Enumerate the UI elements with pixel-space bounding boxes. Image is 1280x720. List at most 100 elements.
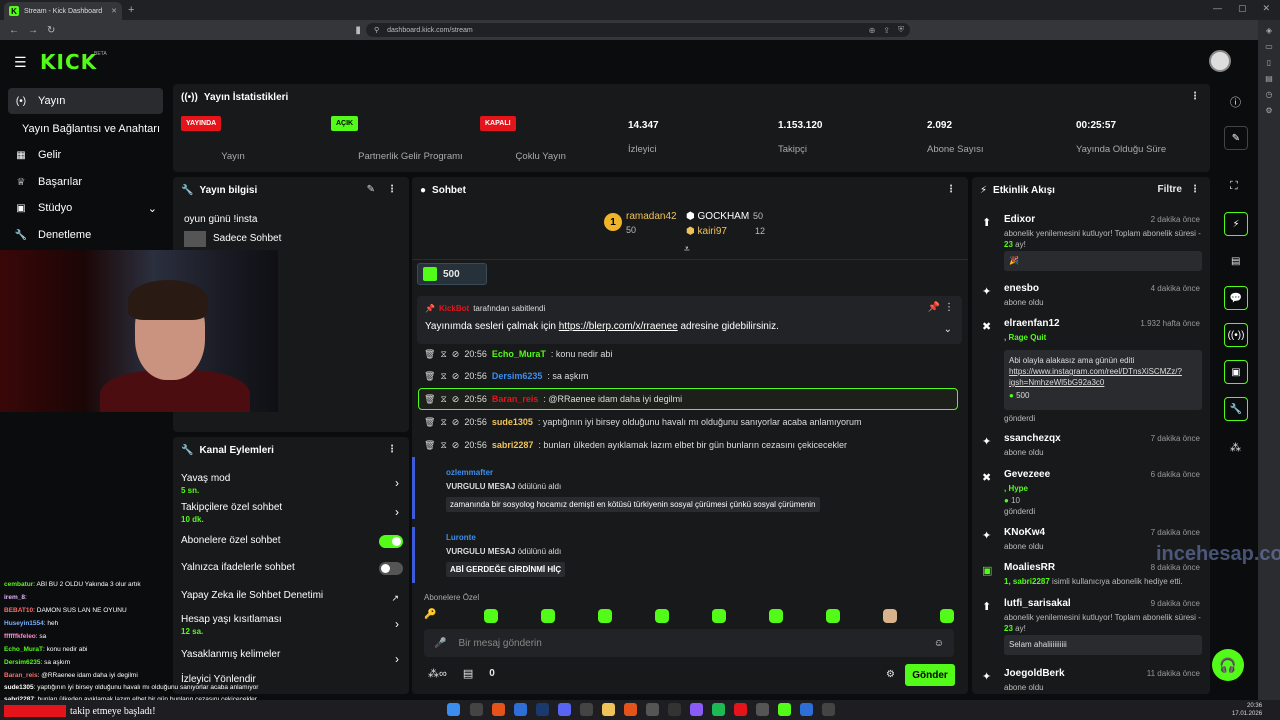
chat-panel-icon[interactable]: 💬 bbox=[1224, 286, 1248, 310]
sidebar-item-stream-key[interactable]: Yayın Bağlantısı ve Anahtarı bbox=[16, 116, 171, 142]
chat-input[interactable]: 🎤 Bir mesaj gönderin ☺ bbox=[424, 629, 954, 657]
delete-icon[interactable]: 🗑 bbox=[424, 349, 435, 360]
side-icon-4[interactable]: ▤ bbox=[1265, 74, 1273, 83]
avatar[interactable] bbox=[1209, 50, 1231, 72]
ban-icon[interactable]: ⊘ bbox=[452, 394, 460, 405]
more-icon[interactable]: ⋮ bbox=[1190, 91, 1200, 102]
system-clock[interactable]: 20:36 17.01.2026 bbox=[1232, 702, 1262, 718]
leader-name[interactable]: ⬢ kairi97 bbox=[686, 226, 727, 237]
taskbar-app-icon[interactable] bbox=[580, 703, 593, 716]
taskbar-app-icon[interactable] bbox=[822, 703, 835, 716]
delete-icon[interactable]: 🗑 bbox=[424, 371, 435, 382]
broadcast-panel-icon[interactable]: ((•)) bbox=[1224, 323, 1248, 347]
more-icon[interactable]: ⋮ bbox=[387, 184, 397, 195]
emote-9[interactable] bbox=[940, 609, 954, 623]
leader-name[interactable]: ramadan42 bbox=[626, 211, 677, 222]
storage-icon[interactable]: ▤ bbox=[463, 667, 473, 680]
sidebar-item-denetleme[interactable]: 🔧 Denetleme bbox=[8, 222, 163, 248]
ban-icon[interactable]: ⊘ bbox=[452, 417, 460, 428]
zoom-icon[interactable]: ⊕ bbox=[869, 26, 876, 35]
windows-start-icon[interactable] bbox=[447, 703, 460, 716]
steam-icon[interactable] bbox=[536, 703, 549, 716]
browser-tab[interactable]: K Stream - Kick Dashboard ✕ bbox=[4, 2, 122, 20]
edit-icon[interactable]: ✎ bbox=[1224, 126, 1248, 150]
close-tab-icon[interactable]: ✕ bbox=[111, 7, 117, 15]
site-info-icon[interactable]: ⚲ bbox=[374, 26, 379, 34]
back-icon[interactable]: ← bbox=[9, 25, 19, 36]
emote-4[interactable] bbox=[655, 609, 669, 623]
taskbar-app-icon[interactable] bbox=[624, 703, 637, 716]
emote-tab[interactable]: Abonelere Özel bbox=[424, 593, 479, 602]
activity-item[interactable]: ✖ elraenfan12 1.932 hafta önce, Rage Quit A… bbox=[982, 318, 1202, 423]
emote-2[interactable] bbox=[541, 609, 555, 623]
ban-icon[interactable]: ⊘ bbox=[452, 371, 460, 382]
more-icon[interactable]: ⋮ bbox=[946, 184, 956, 195]
activity-item[interactable]: ⬆ lutfi_sarisakal 9 dakika önce abonelik ye… bbox=[982, 598, 1202, 658]
kick-logo[interactable]: KICK bbox=[40, 50, 97, 74]
side-icon-6[interactable]: ⚙ bbox=[1265, 106, 1272, 115]
discord-icon[interactable] bbox=[558, 703, 571, 716]
send-button[interactable]: Gönder bbox=[905, 664, 955, 686]
delete-icon[interactable]: 🗑 bbox=[424, 440, 435, 451]
info-icon[interactable]: ⓘ bbox=[1230, 94, 1241, 110]
taskbar-app-icon[interactable] bbox=[756, 703, 769, 716]
url-text[interactable]: dashboard.kick.com/stream bbox=[387, 27, 473, 34]
unpin-icon[interactable]: 📌 bbox=[928, 302, 940, 313]
brave-icon[interactable] bbox=[492, 703, 505, 716]
emote-8[interactable] bbox=[883, 609, 897, 623]
chat-message-highlighted[interactable]: 🗑 ⧖ ⊘ 20:56 Baran_reis: @RRaenee idam daha i… bbox=[418, 388, 958, 410]
emote-6[interactable] bbox=[769, 609, 783, 623]
shield-icon[interactable]: ⛨ bbox=[898, 25, 904, 35]
taskbar-app-icon[interactable] bbox=[800, 703, 813, 716]
share-icon[interactable]: ⇪ bbox=[883, 26, 890, 35]
timeout-icon[interactable]: ⧖ bbox=[440, 349, 446, 360]
sidebar-item-basarilar[interactable]: ♕ Başarılar bbox=[8, 169, 163, 195]
chat-message[interactable]: 🗑 ⧖ ⊘ 20:56 sude1305: yaptığının iyi birsey … bbox=[424, 413, 954, 431]
edit-icon[interactable]: ✎ bbox=[367, 184, 375, 195]
settings-icon[interactable]: ⚙ bbox=[886, 669, 895, 680]
sub-only-toggle[interactable] bbox=[379, 535, 403, 548]
timeout-icon[interactable]: ⧖ bbox=[440, 371, 446, 382]
side-icon-1[interactable]: ◈ bbox=[1266, 26, 1272, 35]
ai-moderation-row[interactable]: Yapay Zeka ile Sohbet Denetimi ↗ bbox=[181, 590, 405, 603]
side-icon-5[interactable]: ◷ bbox=[1266, 90, 1273, 99]
reload-icon[interactable]: ↻ bbox=[47, 25, 55, 36]
taskbar-app-icon[interactable] bbox=[470, 703, 483, 716]
support-headset-icon[interactable]: 🎧 bbox=[1212, 649, 1244, 681]
bookmark-icon[interactable]: ▮ bbox=[355, 25, 361, 36]
bolt-icon[interactable]: ⚡ bbox=[1224, 212, 1248, 236]
maximize-icon[interactable]: ▢ bbox=[1238, 3, 1247, 14]
new-tab-icon[interactable]: + bbox=[128, 4, 134, 16]
timeout-icon[interactable]: ⧖ bbox=[440, 417, 446, 428]
timeout-icon[interactable]: ⧖ bbox=[440, 394, 446, 405]
storage-panel-icon[interactable]: ▣ bbox=[1224, 360, 1248, 384]
chat-message[interactable]: 🗑 ⧖ ⊘ 20:56 sabri2287: bunları ülkeden ayıkl… bbox=[424, 436, 954, 454]
emoji-icon[interactable]: ☺ bbox=[934, 638, 944, 649]
delete-icon[interactable]: 🗑 bbox=[424, 394, 435, 405]
spotify-icon[interactable] bbox=[712, 703, 725, 716]
emote-1[interactable] bbox=[484, 609, 498, 623]
chat-message[interactable]: 🗑 ⧖ ⊘ 20:56 Echo_MuraT: konu nedir abi bbox=[424, 345, 954, 363]
taskbar-app-icon[interactable] bbox=[690, 703, 703, 716]
expand-icon[interactable]: ⩡ bbox=[684, 244, 690, 255]
banned-words-row[interactable]: Yasaklanmış kelimeler › bbox=[181, 649, 405, 666]
obs-icon[interactable] bbox=[668, 703, 681, 716]
leader-name[interactable]: ⬢ GOCKHAM bbox=[686, 211, 749, 222]
slow-mode-row[interactable]: Yavaş mod 5 sn. › bbox=[181, 473, 405, 495]
sidebar-item-studyo[interactable]: ▣ Stüdyo ⌄ bbox=[8, 195, 163, 221]
fullscreen-icon[interactable]: ⛶ bbox=[1230, 180, 1238, 193]
pinned-link[interactable]: https://blerp.com/x/rraenee bbox=[559, 321, 678, 332]
taskbar-app-icon[interactable] bbox=[514, 703, 527, 716]
document-icon[interactable]: ▤ bbox=[1231, 256, 1240, 267]
ban-icon[interactable]: ⊘ bbox=[452, 440, 460, 451]
connect-icon[interactable]: ⁂ bbox=[1230, 441, 1241, 454]
emote-only-toggle[interactable] bbox=[379, 562, 403, 575]
chat-message[interactable]: 🗑 ⧖ ⊘ 20:56 Dersim6235: sa aşkım bbox=[424, 367, 954, 385]
delete-icon[interactable]: 🗑 bbox=[424, 417, 435, 428]
taskbar-app-icon[interactable] bbox=[734, 703, 747, 716]
reward-user[interactable]: Luronte bbox=[446, 533, 476, 542]
reward-user[interactable]: ozlemmafter bbox=[446, 468, 493, 477]
more-icon[interactable]: ⋮ bbox=[387, 444, 397, 455]
minimize-icon[interactable]: — bbox=[1213, 3, 1222, 14]
ban-icon[interactable]: ⊘ bbox=[452, 349, 460, 360]
